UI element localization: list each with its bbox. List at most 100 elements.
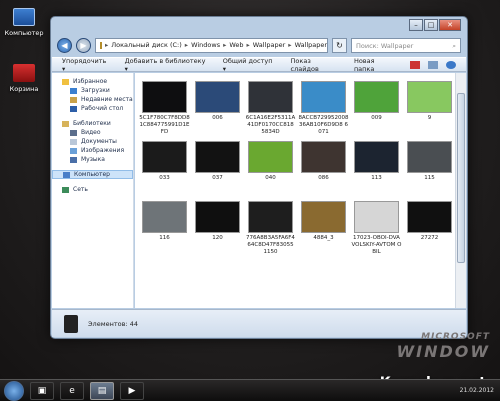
file-item[interactable]: 8ACCB729952008 36AB10F6D9D8 6071	[298, 81, 349, 137]
image-thumbnail	[142, 201, 187, 233]
breadcrumb-windows[interactable]: Windows	[191, 41, 220, 49]
file-item[interactable]: 006	[192, 81, 243, 137]
file-name: 116	[159, 235, 170, 241]
organize-menu[interactable]: Упорядочить ▾	[62, 57, 111, 73]
file-item[interactable]: 17023-OBOI-DVA VOLSKIY-AVTOM OBIL	[351, 201, 402, 257]
refresh-button[interactable]: ↻	[332, 37, 347, 53]
file-item[interactable]: 037	[192, 141, 243, 197]
path-separator: ▸	[223, 41, 227, 49]
nav-item-network[interactable]: Сеть	[52, 185, 133, 194]
forward-button[interactable]: ▶	[76, 37, 91, 53]
close-button[interactable]: ✕	[439, 19, 461, 31]
file-item[interactable]: 115	[404, 141, 455, 197]
file-name: 6C1A16E2F5311A41DF0170CC818 5834D	[245, 115, 296, 135]
file-item[interactable]: 116	[139, 201, 190, 257]
nav-item-desktop[interactable]: Рабочий стол	[52, 104, 133, 113]
folder-icon: ▤	[97, 385, 107, 396]
image-thumbnail	[301, 141, 346, 173]
breadcrumb-wallpapers[interactable]: Wallpapers	[295, 41, 327, 49]
image-thumbnail	[195, 81, 240, 113]
scrollbar-thumb[interactable]	[457, 93, 465, 263]
file-name: 086	[318, 175, 329, 181]
breadcrumb-web[interactable]: Web	[229, 41, 243, 49]
new-folder-button[interactable]: Новая папка	[354, 57, 396, 73]
downloads-icon	[70, 87, 77, 94]
search-input[interactable]: Поиск: Wallpaper ⌕	[351, 37, 461, 53]
file-item[interactable]: 4884_3	[298, 201, 349, 257]
nav-item-favorites[interactable]: Избранное	[52, 77, 133, 86]
nav-item-recent-places[interactable]: Недавние места	[52, 95, 133, 104]
image-thumbnail	[142, 81, 187, 113]
slideshow-button[interactable]: Показ слайдов	[291, 57, 340, 73]
documents-icon	[70, 138, 77, 145]
vertical-scrollbar[interactable]	[455, 73, 466, 308]
file-name: 17023-OBOI-DVA VOLSKIY-AVTOM OBIL	[351, 235, 402, 255]
desktop-icon-recycle-bin[interactable]: Корзина	[2, 64, 46, 93]
image-thumbnail	[354, 201, 399, 233]
breadcrumb-local-disk[interactable]: Локальный диск (C:)	[111, 41, 182, 49]
taskbar-ie[interactable]: e	[60, 381, 84, 400]
image-thumbnail	[248, 201, 293, 233]
desktop-icon-computer[interactable]: Компьютер	[2, 8, 46, 37]
file-name: 040	[265, 175, 276, 181]
file-item[interactable]: 086	[298, 141, 349, 197]
nav-item-pictures[interactable]: Изображения	[52, 146, 133, 155]
navigation-bar: ◀ ▶ ▸ Локальный диск (C:) ▸ Windows ▸ We…	[57, 35, 461, 55]
file-name: 113	[371, 175, 382, 181]
file-item[interactable]: 776A8B3A5FA6F464C8D47F83055 1150	[245, 201, 296, 257]
clock-date: 21.02.2012	[459, 387, 494, 394]
start-button[interactable]	[4, 380, 24, 401]
image-thumbnail	[195, 141, 240, 173]
preview-pane-icon[interactable]	[428, 60, 438, 69]
back-button[interactable]: ◀	[57, 37, 72, 53]
path-separator: ▸	[184, 41, 189, 49]
explorer-icon: ▣	[37, 385, 47, 396]
taskbar: ▣ e ▤ ▶ 21.02.2012	[0, 379, 500, 401]
share-menu[interactable]: Общий доступ ▾	[223, 57, 277, 73]
desktop-icon-label: Корзина	[9, 85, 39, 93]
navigation-pane: Избранное Загрузки Недавние места Рабочи…	[52, 73, 134, 308]
ie-icon: e	[69, 385, 75, 396]
view-options-icon[interactable]	[410, 60, 420, 69]
nav-item-documents[interactable]: Документы	[52, 137, 133, 146]
computer-icon	[13, 8, 35, 26]
breadcrumb-wallpaper[interactable]: Wallpaper	[253, 41, 286, 49]
taskbar-folder[interactable]: ▤	[90, 381, 114, 400]
image-thumbnail	[248, 81, 293, 113]
taskbar-explorer[interactable]: ▣	[30, 381, 54, 400]
explorer-window: – □ ✕ ◀ ▶ ▸ Локальный диск (C:) ▸ Window…	[50, 16, 468, 339]
image-thumbnail	[407, 81, 452, 113]
nav-item-computer[interactable]: Компьютер	[52, 170, 133, 179]
search-icon: ⌕	[452, 41, 456, 50]
file-name: 115	[424, 175, 435, 181]
desktop-icon-label: Компьютер	[4, 29, 44, 37]
file-item[interactable]: 5C1F780C7F8DD81C884775991D1EFD	[139, 81, 190, 137]
file-item[interactable]: 009	[351, 81, 402, 137]
image-thumbnail	[195, 201, 240, 233]
nav-item-music[interactable]: Музыка	[52, 155, 133, 164]
add-to-library-menu[interactable]: Добавить в библиотеку ▾	[125, 57, 209, 73]
nav-item-video[interactable]: Видео	[52, 128, 133, 137]
file-item[interactable]: 113	[351, 141, 402, 197]
file-item[interactable]: 6C1A16E2F5311A41DF0170CC818 5834D	[245, 81, 296, 137]
image-thumbnail	[407, 141, 452, 173]
taskbar-media-player[interactable]: ▶	[120, 381, 144, 400]
image-thumbnail	[354, 81, 399, 113]
image-thumbnail	[142, 141, 187, 173]
file-item[interactable]: 033	[139, 141, 190, 197]
clock[interactable]: 21.02.2012	[460, 387, 500, 394]
file-name: 033	[159, 175, 170, 181]
nav-item-downloads[interactable]: Загрузки	[52, 86, 133, 95]
file-view: 5C1F780C7F8DD81C884775991D1EFD 006 6C1A16E…	[135, 73, 455, 308]
file-item[interactable]: 27272	[404, 201, 455, 257]
file-item[interactable]: 9	[404, 81, 455, 137]
recycle-bin-icon	[13, 64, 35, 82]
address-bar[interactable]: ▸ Локальный диск (C:) ▸ Windows ▸ Web ▸ …	[95, 37, 328, 53]
nav-item-libraries[interactable]: Библиотеки	[52, 119, 133, 128]
command-bar: Упорядочить ▾ Добавить в библиотеку ▾ Об…	[52, 57, 466, 73]
help-icon[interactable]	[446, 60, 456, 69]
file-item[interactable]: 040	[245, 141, 296, 197]
minimize-button[interactable]: –	[409, 19, 423, 31]
maximize-button[interactable]: □	[424, 19, 438, 31]
file-item[interactable]: 120	[192, 201, 243, 257]
